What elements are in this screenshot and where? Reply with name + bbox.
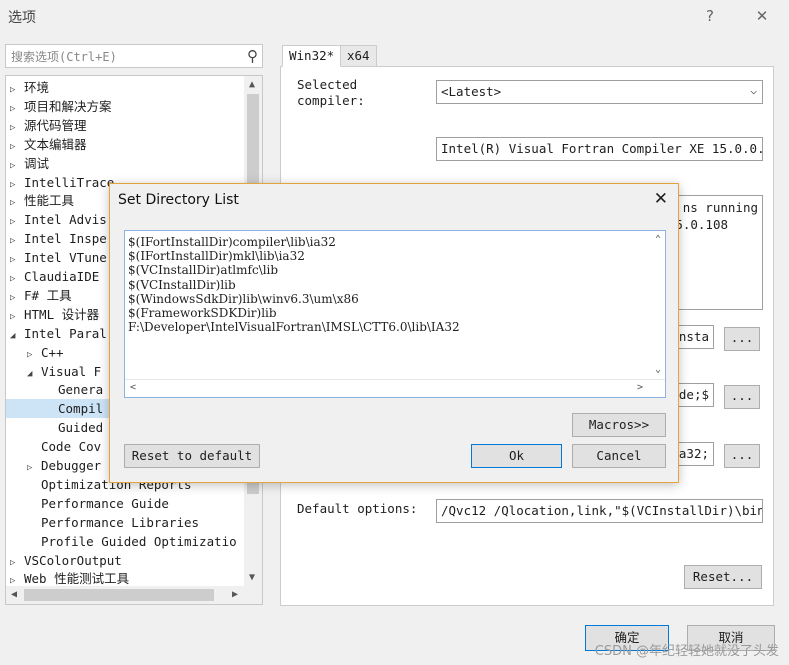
tree-item-label: F# 工具 xyxy=(24,287,72,303)
executables-browse-button[interactable]: ... xyxy=(724,327,760,351)
tree-item[interactable]: Profile Guided Optimizatio xyxy=(27,532,237,551)
tree-item-label: Intel Inspe xyxy=(24,231,107,247)
tree-item-label: Performance Guide xyxy=(41,495,169,511)
tree-item[interactable]: ▷ Intel Inspe xyxy=(10,229,107,248)
directory-line: $(VCInstallDir)lib xyxy=(128,277,236,292)
tree-item[interactable]: ▷ 源代码管理 xyxy=(10,116,87,135)
scroll-left-icon[interactable]: < xyxy=(130,382,136,393)
libraries-browse-button[interactable]: ... xyxy=(724,444,760,468)
watermark: CSDN @年纪轻轻她就没了头发 xyxy=(594,644,779,659)
tree-item-label: Code Cov xyxy=(41,439,102,455)
directory-line: $(FrameworkSDKDir)lib xyxy=(128,306,277,320)
directory-line: $(WindowsSdkDir)lib\winv6.3\um\x86 xyxy=(128,291,359,306)
tree-item-label: 项目和解决方案 xyxy=(24,98,112,114)
directory-line: $(IFortInstallDir)mkl\lib\ia32 xyxy=(128,249,305,264)
tree-item[interactable]: ▷ F# 工具 xyxy=(10,286,72,305)
tree-item-label: 源代码管理 xyxy=(24,117,87,133)
help-button[interactable]: ? xyxy=(697,4,723,28)
tree-item-label: Performance Libraries xyxy=(41,514,200,530)
tree-item[interactable]: ▷ C++ xyxy=(27,343,64,362)
tree-item-label: Web 性能测试工具 xyxy=(24,571,130,587)
search-placeholder: 搜索选项(Ctrl+E) xyxy=(11,50,117,64)
tree-item-label: 性能工具 xyxy=(24,193,75,209)
chevron-down-icon: ⌵ xyxy=(750,84,757,97)
tree-item-label: 环境 xyxy=(24,80,50,95)
tree-item-label: Genera xyxy=(58,382,104,398)
tree-item-label: Intel Paral xyxy=(24,325,107,341)
tree-item[interactable]: ▷ 环境 xyxy=(10,78,49,97)
tree-item-label: Compil xyxy=(58,401,104,417)
scroll-up-icon[interactable]: ▲ xyxy=(249,79,255,90)
dirlist-hscrollbar[interactable]: < > xyxy=(125,379,665,397)
scroll-up-icon[interactable]: ⌃ xyxy=(655,234,661,245)
selected-compiler-value: <Latest> xyxy=(441,84,502,99)
tree-item-label: Guided xyxy=(58,420,104,436)
scroll-right-icon[interactable]: ▶ xyxy=(232,589,238,600)
selected-compiler-select[interactable]: <Latest> ⌵ xyxy=(436,80,763,104)
tree-item[interactable]: ▷ ClaudiaIDE xyxy=(10,267,99,286)
set-directory-list-dialog: Set Directory List ✕ $(IFortInstallDir)c… xyxy=(109,183,679,483)
directory-line: $(IFortInstallDir)compiler\lib\ia32 xyxy=(128,235,336,249)
dialog-close-icon[interactable]: ✕ xyxy=(654,189,668,209)
tab-x64[interactable]: x64 xyxy=(340,45,377,67)
reset-to-default-button[interactable]: Reset to default xyxy=(124,444,260,468)
expanded-arrow-icon[interactable]: ◢ xyxy=(10,327,24,346)
search-input[interactable]: 搜索选项(Ctrl+E) ⚲ xyxy=(5,44,263,68)
tree-item-label: Debugger xyxy=(41,458,102,473)
tree-item[interactable]: ▷ Debugger xyxy=(27,456,101,475)
tree-item[interactable]: Performance Libraries xyxy=(27,513,199,532)
expanded-arrow-icon[interactable]: ◢ xyxy=(27,365,41,384)
tree-item[interactable]: ▷ 性能工具 xyxy=(10,191,74,210)
scroll-right-icon[interactable]: > xyxy=(637,382,643,393)
tree-item-label: Intel Advis xyxy=(24,212,107,228)
tree-item[interactable]: Guided xyxy=(44,418,103,437)
tree-item[interactable]: ▷ VSColorOutput xyxy=(10,551,122,570)
tree-item[interactable]: Genera xyxy=(44,380,103,399)
macros-button[interactable]: Macros>> xyxy=(572,413,666,437)
tree-item[interactable]: ▷ Intel Advis xyxy=(10,210,107,229)
tree-item[interactable]: ▷ 项目和解决方案 xyxy=(10,97,112,116)
dialog-title: Set Directory List xyxy=(118,192,239,208)
directory-line: $(VCInstallDir)atlmfc\lib xyxy=(128,263,279,278)
tree-hscroll-thumb[interactable] xyxy=(24,589,214,601)
tree-item[interactable]: ◢ Intel Paral xyxy=(10,324,107,343)
tree-item-label: C++ xyxy=(41,344,64,360)
scroll-left-icon[interactable]: ◀ xyxy=(11,589,17,600)
tree-item[interactable]: ▷ 文本编辑器 xyxy=(10,135,87,154)
scroll-down-icon[interactable]: ⌄ xyxy=(655,364,661,375)
tree-horizontal-scrollbar[interactable]: ◀ ▶ xyxy=(6,586,262,604)
tree-item-label: Profile Guided Optimizatio xyxy=(41,533,237,549)
default-options-label: Default options: xyxy=(297,501,418,516)
directory-line: F:\Developer\IntelVisualFortran\IMSL\CTT… xyxy=(128,320,460,335)
dialog-cancel-button[interactable]: Cancel xyxy=(572,444,666,468)
tree-item[interactable]: ▷ IntelliTrace xyxy=(10,173,114,192)
tree-item[interactable]: Performance Guide xyxy=(27,494,169,513)
tree-item-label: IntelliTrace xyxy=(24,174,115,190)
reset-button[interactable]: Reset... xyxy=(684,565,762,589)
default-options-field[interactable]: /Qvc12 /Qlocation,link,"$(VCInstallDir)\… xyxy=(436,499,763,523)
tree-item-label: Intel VTune xyxy=(24,250,107,266)
tree-item[interactable]: ▷ 调试 xyxy=(10,154,49,173)
tree-item-label: Visual F xyxy=(41,363,102,379)
selected-compiler-label: Selected compiler: xyxy=(297,77,365,108)
window-title: 选项 xyxy=(8,10,36,26)
tree-item[interactable]: Code Cov xyxy=(27,437,101,456)
includes-browse-button[interactable]: ... xyxy=(724,385,760,409)
dialog-ok-button[interactable]: Ok xyxy=(471,444,562,468)
directory-list-textarea[interactable]: $(IFortInstallDir)compiler\lib\ia32 $(IFo… xyxy=(124,230,666,398)
tree-item-label: ClaudiaIDE xyxy=(24,269,100,284)
tree-item[interactable]: ▷ Intel VTune xyxy=(10,248,107,267)
tree-item-label: 调试 xyxy=(24,155,50,171)
scroll-down-icon[interactable]: ▼ xyxy=(249,572,255,583)
close-button[interactable]: ✕ xyxy=(749,4,775,28)
tree-item-label: 文本编辑器 xyxy=(24,136,87,152)
compiler-name-field[interactable]: Intel(R) Visual Fortran Compiler XE 15.0… xyxy=(436,137,763,161)
tree-item-label: HTML 设计器 xyxy=(24,306,100,322)
tree-item[interactable]: ▷ HTML 设计器 xyxy=(10,305,99,324)
tab-win32[interactable]: Win32* xyxy=(282,45,342,67)
search-icon[interactable]: ⚲ xyxy=(247,47,258,65)
tree-item-label: VSColorOutput xyxy=(24,552,122,568)
tree-item[interactable]: ◢ Visual F xyxy=(27,362,101,381)
